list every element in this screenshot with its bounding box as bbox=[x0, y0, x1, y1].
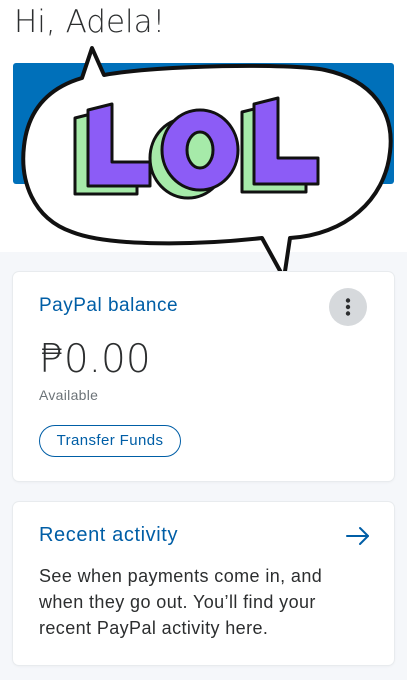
promo-banner[interactable] bbox=[13, 63, 394, 184]
greeting-text: Hi, Adela! bbox=[14, 4, 166, 40]
recent-activity-card[interactable]: Recent activity See when payments come i… bbox=[13, 502, 394, 665]
balance-available-label: Available bbox=[39, 387, 99, 403]
balance-title: PayPal balance bbox=[39, 295, 179, 316]
balance-card[interactable]: PayPal balance ₱0.00 Available Transfer … bbox=[13, 272, 394, 481]
recent-activity-title: Recent activity bbox=[39, 524, 179, 546]
arrow-right-icon[interactable] bbox=[345, 526, 371, 546]
more-options-button[interactable] bbox=[329, 288, 367, 326]
header-area: Hi, Adela! bbox=[0, 0, 407, 252]
transfer-funds-button[interactable]: Transfer Funds bbox=[39, 425, 181, 457]
vertical-dots-icon bbox=[345, 298, 351, 316]
balance-amount: ₱0.00 bbox=[39, 337, 151, 382]
recent-activity-description: See when payments come in, and when they… bbox=[39, 566, 323, 638]
